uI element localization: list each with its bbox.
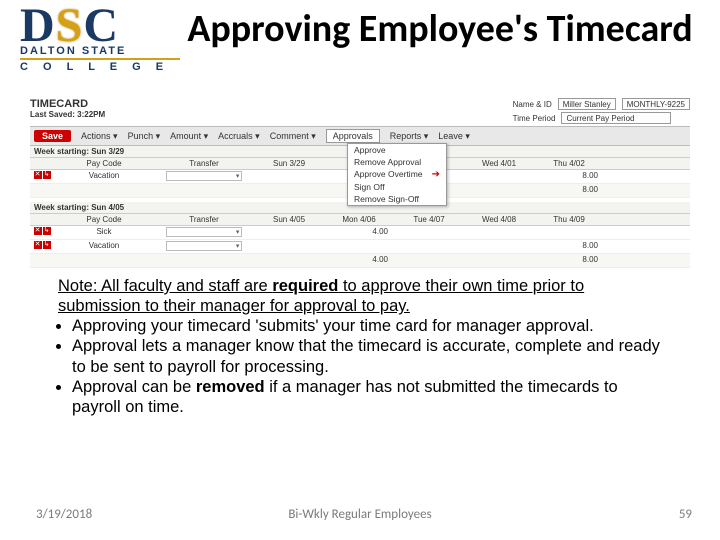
table-row: ✕↳ Sick 4.00 — [30, 226, 690, 240]
cell-total: 4.00 — [324, 254, 394, 267]
col-d2: Mon 4/06 — [324, 214, 394, 225]
transfer-select[interactable] — [166, 241, 243, 251]
period-value[interactable]: Current Pay Period — [561, 112, 671, 124]
save-button[interactable]: Save — [34, 130, 71, 142]
col-d5: Thu 4/09 — [534, 214, 604, 225]
cell-paycode[interactable]: Vacation — [54, 170, 154, 183]
menu-approvals[interactable]: Approvals — [326, 129, 380, 143]
slide: DSC DALTON STATE C O L L E G E Approving… — [0, 0, 720, 540]
name-label: Name & ID — [513, 100, 552, 109]
submenu-arrow-icon: ➔ — [432, 169, 440, 180]
add-row-icon[interactable]: ↳ — [43, 227, 51, 235]
dropdown-approve-overtime[interactable]: Approve Overtime ➔ — [348, 168, 446, 181]
cell-paycode[interactable]: Sick — [54, 226, 154, 239]
header: DSC DALTON STATE C O L L E G E Approving… — [0, 0, 720, 96]
note-bullet-2: Approval lets a manager know that the ti… — [72, 337, 660, 375]
menu-punch[interactable]: Punch ▾ — [128, 131, 161, 142]
period-label: Time Period — [513, 114, 556, 123]
approvals-dropdown: Approve Remove Approval Approve Overtime… — [347, 143, 447, 206]
note-bullet-3b: removed — [196, 378, 265, 396]
menu-amount[interactable]: Amount ▾ — [170, 131, 208, 142]
add-row-icon[interactable]: ↳ — [43, 241, 51, 249]
transfer-select[interactable] — [166, 171, 243, 181]
page-title: Approving Employee's Timecard — [180, 6, 700, 50]
footer-center: Bi-Wkly Regular Employees — [0, 507, 720, 522]
table-row: ✕↳ Vacation 8.00 — [30, 240, 690, 254]
col-d4: Wed 4/01 — [464, 158, 534, 169]
dropdown-approve[interactable]: Approve — [348, 144, 446, 156]
logo: DSC DALTON STATE C O L L E G E — [20, 6, 180, 96]
name-id: MONTHLY-9225 — [622, 98, 690, 110]
dropdown-overtime-label: Approve Overtime — [354, 169, 423, 180]
col-d3: Tue 4/07 — [394, 214, 464, 225]
dropdown-remove-signoff[interactable]: Remove Sign-Off — [348, 193, 446, 205]
last-saved-value: 3:22PM — [77, 110, 105, 119]
delete-row-icon[interactable]: ✕ — [34, 171, 42, 179]
col-paycode: Pay Code — [54, 158, 154, 169]
delete-row-icon[interactable]: ✕ — [34, 227, 42, 235]
add-row-icon[interactable]: ↳ — [43, 171, 51, 179]
col-paycode: Pay Code — [54, 214, 154, 225]
table-row: 4.00 8.00 — [30, 254, 690, 268]
last-saved-label: Last Saved: — [30, 110, 75, 119]
cell-value[interactable]: 8.00 — [534, 170, 604, 183]
dropdown-sign-off[interactable]: Sign Off — [348, 181, 446, 193]
logo-text2: C O L L E G E — [20, 58, 180, 73]
cell-total: 8.00 — [534, 184, 604, 197]
timecard-screenshot: TIMECARD Last Saved: 3:22PM Name & ID Mi… — [30, 96, 690, 268]
menu-leave[interactable]: Leave ▾ — [438, 131, 470, 142]
cell-value[interactable]: 4.00 — [324, 226, 394, 239]
logo-text1: DALTON STATE — [20, 45, 180, 57]
footer: 3/19/2018 Bi-Wkly Regular Employees 59 — [0, 507, 720, 522]
note-block: Note: All faculty and staff are required… — [0, 276, 720, 417]
timecard-heading: TIMECARD — [30, 98, 105, 110]
transfer-select[interactable] — [166, 227, 243, 237]
delete-row-icon[interactable]: ✕ — [34, 241, 42, 249]
note-heading-a: Note: All faculty and staff are — [58, 277, 272, 295]
cell-paycode[interactable]: Vacation — [54, 240, 154, 253]
menu-actions[interactable]: Actions ▾ — [81, 131, 118, 142]
menu-accruals[interactable]: Accruals ▾ — [218, 131, 260, 142]
col-d1: Sun 4/05 — [254, 214, 324, 225]
note-bullet-1: Approving your timecard 'submits' your t… — [72, 317, 594, 335]
cell-total: 8.00 — [534, 254, 604, 267]
col-d4: Wed 4/08 — [464, 214, 534, 225]
week2-columns: Pay Code Transfer Sun 4/05 Mon 4/06 Tue … — [30, 214, 690, 226]
note-bullet-3a: Approval can be — [72, 378, 196, 396]
col-transfer: Transfer — [154, 158, 254, 169]
cell-value[interactable]: 8.00 — [534, 240, 604, 253]
dropdown-remove-approval[interactable]: Remove Approval — [348, 156, 446, 168]
menu-reports[interactable]: Reports ▾ — [390, 131, 429, 142]
note-heading-b: required — [272, 277, 338, 295]
menu-comment[interactable]: Comment ▾ — [270, 131, 316, 142]
name-value: Miller Stanley — [558, 98, 616, 110]
toolbar: Save Actions ▾ Punch ▾ Amount ▾ Accruals… — [30, 126, 690, 146]
col-d1: Sun 3/29 — [254, 158, 324, 169]
col-d5: Thu 4/02 — [534, 158, 604, 169]
col-transfer: Transfer — [154, 214, 254, 225]
